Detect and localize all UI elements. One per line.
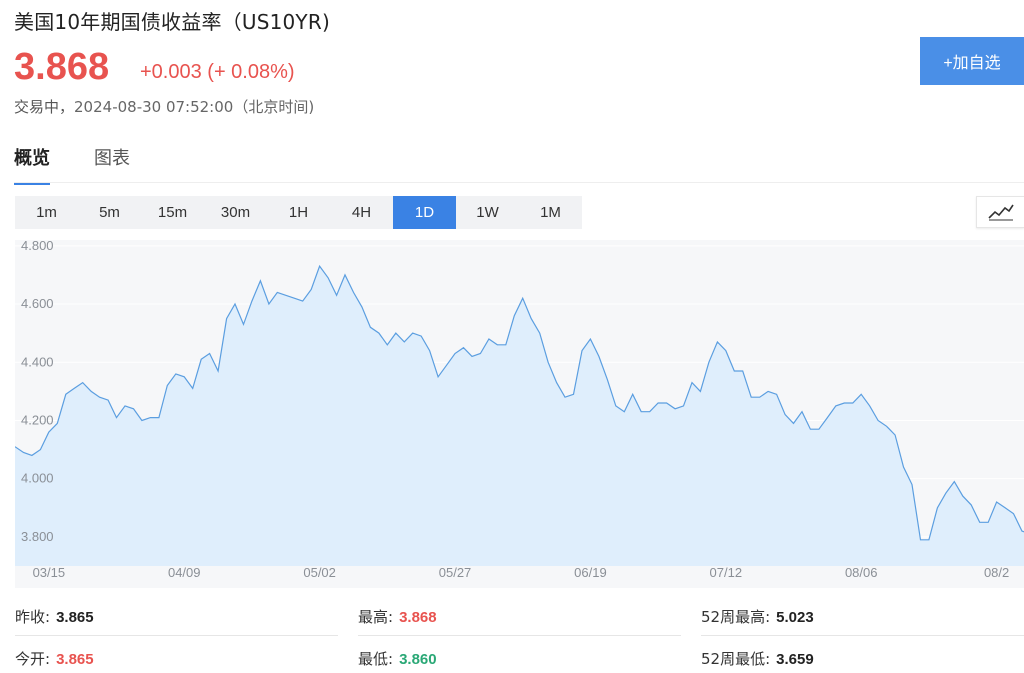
period-1h[interactable]: 1H	[267, 196, 330, 229]
chart-type-button[interactable]	[976, 196, 1024, 228]
period-5m[interactable]: 5m	[78, 196, 141, 229]
x-tick-label: 08/06	[845, 565, 878, 580]
tab-overview[interactable]: 概览	[14, 144, 50, 185]
x-tick-label: 04/09	[168, 565, 201, 580]
period-1mo[interactable]: 1M	[519, 196, 582, 229]
stats-row-2: 今开: 3.865 最低: 3.860 52周最低: 3.659	[15, 638, 1024, 673]
chart-svg: 4.800 4.600 4.400 4.200 4.000 3.800 03/15 04/09…	[15, 240, 1024, 580]
stat-open: 今开: 3.865	[15, 650, 94, 668]
page-title: 美国10年期国债收益率（US10YR)	[14, 10, 330, 34]
stat-divider	[701, 635, 1024, 636]
period-30m[interactable]: 30m	[204, 196, 267, 229]
period-1w[interactable]: 1W	[456, 196, 519, 229]
y-tick-label: 4.800	[21, 240, 54, 253]
week52-low-value: 3.659	[776, 651, 814, 668]
current-price: 3.868	[14, 46, 110, 88]
high-value: 3.868	[399, 609, 437, 626]
x-tick-label: 05/02	[303, 565, 336, 580]
area-fill	[15, 266, 1024, 566]
period-4h[interactable]: 4H	[330, 196, 393, 229]
stat-divider	[15, 635, 338, 636]
stats-panel: 昨收: 3.865 最高: 3.868 52周最高: 5.023 今开: 3.865 最…	[15, 596, 1024, 673]
price-chart[interactable]: 4.800 4.600 4.400 4.200 4.000 3.800 03/15 04/09…	[15, 240, 1024, 588]
prev-close-value: 3.865	[56, 609, 94, 626]
tab-bar: 概览 图表	[14, 144, 174, 185]
open-value: 3.865	[56, 651, 94, 668]
stat-52w-high: 52周最高: 5.023	[701, 608, 814, 626]
status-text: 交易中，	[14, 98, 75, 116]
trading-status: 交易中，2024-08-30 07:52:00（北京时间)	[14, 96, 314, 117]
tab-chart[interactable]: 图表	[94, 144, 130, 185]
y-tick-label: 4.000	[21, 471, 54, 486]
stats-row-1: 昨收: 3.865 最高: 3.868 52周最高: 5.023	[15, 596, 1024, 638]
add-watchlist-button[interactable]: +加自选	[920, 37, 1024, 85]
tabs-divider	[14, 182, 1024, 183]
low-value: 3.860	[399, 651, 437, 668]
x-tick-label: 06/19	[574, 565, 607, 580]
y-tick-label: 4.400	[21, 354, 54, 369]
period-selector: 1m 5m 15m 30m 1H 4H 1D 1W 1M	[15, 196, 582, 229]
week52-high-value: 5.023	[776, 609, 814, 626]
y-tick-label: 3.800	[21, 529, 54, 544]
x-tick-label: 08/2	[984, 565, 1009, 580]
price-change: +0.003 (+ 0.08%)	[140, 61, 295, 83]
x-tick-label: 03/15	[33, 565, 66, 580]
y-tick-label: 4.600	[21, 296, 54, 311]
period-1m[interactable]: 1m	[15, 196, 78, 229]
stat-high: 最高: 3.868	[358, 608, 437, 626]
stat-divider	[358, 635, 681, 636]
x-tick-label: 07/12	[710, 565, 743, 580]
stat-52w-low: 52周最低: 3.659	[701, 650, 814, 668]
timestamp: 2024-08-30 07:52:00（北京时间)	[74, 98, 315, 116]
stat-prev-close: 昨收: 3.865	[15, 608, 94, 626]
line-chart-icon	[987, 204, 1014, 221]
x-tick-label: 05/27	[439, 565, 472, 580]
period-15m[interactable]: 15m	[141, 196, 204, 229]
stat-low: 最低: 3.860	[358, 650, 437, 668]
period-1d[interactable]: 1D	[393, 196, 456, 229]
y-tick-label: 4.200	[21, 412, 54, 427]
